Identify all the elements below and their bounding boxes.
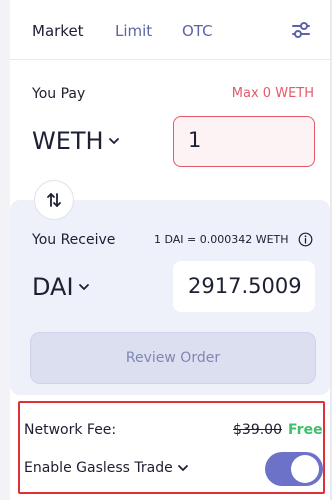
swap-direction-button[interactable] bbox=[34, 180, 74, 220]
chevron-down-icon bbox=[78, 284, 89, 290]
chevron-down-icon bbox=[177, 465, 188, 471]
info-icon[interactable] bbox=[298, 232, 313, 247]
swap-widget: Market Limit OTC You Pay Max 0 WETH WETH bbox=[0, 0, 332, 500]
gasless-trade-toggle[interactable] bbox=[265, 452, 323, 486]
exchange-rate: 1 DAI = 0.000342 WETH bbox=[154, 233, 289, 246]
receive-label: You Receive bbox=[32, 232, 116, 248]
pay-token-symbol: WETH bbox=[32, 127, 104, 155]
network-fee-free: Free! bbox=[288, 422, 324, 438]
gasless-trade-label: Enable Gasless Trade bbox=[24, 460, 173, 476]
max-balance-link[interactable]: Max 0 WETH bbox=[232, 86, 314, 101]
pay-token-select[interactable]: WETH bbox=[32, 127, 120, 155]
review-order-button[interactable]: Review Order bbox=[30, 332, 316, 384]
network-fee-label: Network Fee: bbox=[24, 422, 117, 438]
receive-token-symbol: DAI bbox=[32, 273, 74, 301]
pay-amount-input[interactable] bbox=[188, 128, 298, 152]
pay-amount-field[interactable] bbox=[173, 116, 315, 167]
network-fee-old: $39.00 bbox=[233, 422, 282, 438]
receive-token-select[interactable]: DAI bbox=[32, 273, 90, 301]
left-border bbox=[0, 0, 10, 500]
tab-market[interactable]: Market bbox=[32, 21, 84, 41]
receive-amount-value: 2917.5009 bbox=[188, 274, 302, 298]
receive-amount-field: 2917.5009 bbox=[173, 261, 315, 312]
tab-limit[interactable]: Limit bbox=[115, 21, 152, 41]
tab-otc[interactable]: OTC bbox=[182, 21, 213, 41]
pay-label: You Pay bbox=[32, 86, 86, 102]
swap-arrows-icon bbox=[47, 193, 61, 207]
settings-button[interactable] bbox=[290, 19, 312, 41]
sliders-icon bbox=[292, 22, 310, 38]
fee-box: Network Fee: $39.00 Free! Enable Gasless… bbox=[18, 401, 325, 494]
gasless-trade-expander[interactable]: Enable Gasless Trade bbox=[24, 460, 189, 476]
header: Market Limit OTC bbox=[10, 0, 330, 60]
toggle-knob bbox=[291, 455, 319, 483]
chevron-down-icon bbox=[108, 138, 119, 144]
